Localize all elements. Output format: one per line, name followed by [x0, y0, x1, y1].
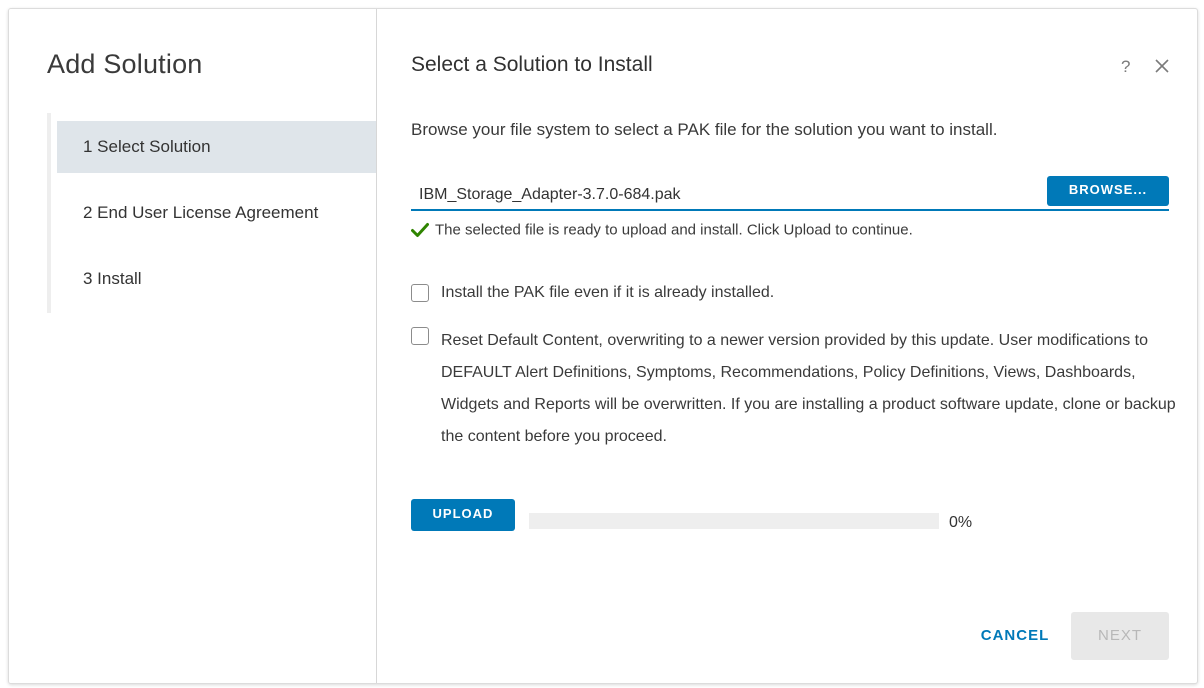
steps-rail	[47, 113, 51, 313]
wizard-title: Add Solution	[47, 49, 203, 79]
reinstall-checkbox-label: Install the PAK file even if it is alrea…	[441, 284, 775, 301]
browse-button[interactable]: BROWSE...	[1047, 176, 1169, 206]
reset-default-content-label: Reset Default Content, overwriting to a …	[441, 332, 1176, 445]
reinstall-checkbox[interactable]	[411, 284, 429, 302]
add-solution-dialog: Add Solution 1 Select Solution 2 End Use…	[8, 8, 1198, 684]
instructions-text: Browse your file system to select a PAK …	[411, 120, 998, 139]
close-icon[interactable]	[1153, 57, 1171, 75]
reset-default-content-checkbox[interactable]	[411, 327, 429, 345]
step-select-solution[interactable]: 1 Select Solution	[57, 121, 376, 173]
page-title: Select a Solution to Install	[411, 53, 653, 76]
upload-progress-text: 0%	[949, 514, 973, 531]
wizard-sidebar: Add Solution 1 Select Solution 2 End Use…	[9, 9, 377, 683]
help-icon[interactable]: ?	[1121, 57, 1130, 77]
upload-button[interactable]: UPLOAD	[411, 499, 515, 531]
file-field[interactable]: IBM_Storage_Adapter-3.7.0-684.pak BROWSE…	[411, 176, 1169, 211]
file-status-text: The selected file is ready to upload and…	[435, 221, 913, 239]
selected-file-name: IBM_Storage_Adapter-3.7.0-684.pak	[419, 186, 681, 203]
wizard-content: Select a Solution to Install ? Browse yo…	[377, 9, 1197, 683]
check-icon	[411, 222, 429, 238]
upload-progress-bar	[529, 513, 939, 529]
next-button[interactable]: NEXT	[1071, 612, 1169, 660]
cancel-button[interactable]: CANCEL	[967, 612, 1063, 660]
step-install[interactable]: 3 Install	[57, 253, 376, 305]
step-end-user-license-agreement[interactable]: 2 End User License Agreement	[57, 187, 376, 239]
file-status: The selected file is ready to upload and…	[411, 221, 913, 241]
